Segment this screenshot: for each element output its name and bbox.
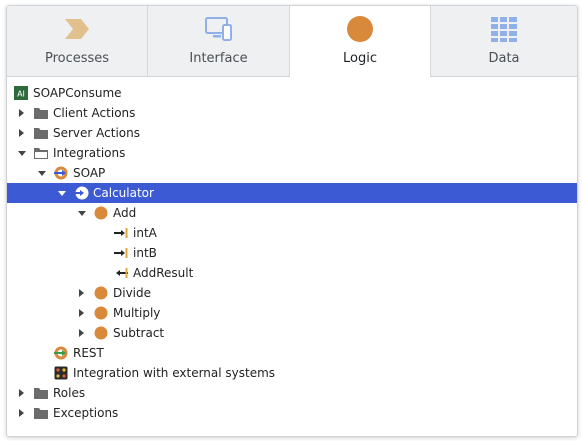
- chevron-right-icon[interactable]: [16, 383, 28, 403]
- interface-devices-icon: [204, 17, 232, 41]
- chevron-down-icon[interactable]: [36, 163, 48, 183]
- app-icon: AI: [14, 86, 28, 100]
- tree-item-add[interactable]: Add: [7, 203, 577, 223]
- tree-label: Add: [113, 206, 137, 220]
- tree-label: Exceptions: [53, 406, 119, 420]
- input-parameter-icon: [114, 248, 128, 258]
- tree-label: intB: [133, 246, 157, 260]
- tree-label: Server Actions: [53, 126, 140, 140]
- folder-icon: [34, 408, 48, 419]
- tree-item-divide[interactable]: Divide: [7, 283, 577, 303]
- tree-item-exceptions[interactable]: Exceptions: [7, 403, 577, 423]
- folder-open-icon: [34, 148, 48, 159]
- tab-label: Processes: [44, 51, 110, 66]
- tree-item-soap[interactable]: SOAP: [7, 163, 577, 183]
- tab-bar: Processes Interface Logic Data: [7, 6, 577, 77]
- folder-icon: [34, 388, 48, 399]
- chevron-down-icon[interactable]: [76, 203, 88, 223]
- tree-item-multiply[interactable]: Multiply: [7, 303, 577, 323]
- tree-label: Integrations: [53, 146, 126, 160]
- tree-item-calculator[interactable]: Calculator: [7, 183, 577, 203]
- chevron-down-icon[interactable]: [56, 183, 68, 203]
- logic-panel: Processes Interface Logic Data AI SOAPCo…: [6, 5, 578, 437]
- soap-icon: [54, 166, 68, 180]
- tree-item-soapconsume[interactable]: AI SOAPConsume: [7, 83, 577, 103]
- tree-label: Subtract: [113, 326, 165, 340]
- svg-text:AI: AI: [17, 90, 25, 99]
- chevron-right-icon[interactable]: [16, 123, 28, 143]
- method-icon: [94, 206, 108, 220]
- output-parameter-icon: [116, 268, 128, 278]
- tree-label: Divide: [113, 286, 152, 300]
- chevron-down-icon[interactable]: [16, 143, 28, 163]
- tab-label: Data: [488, 51, 520, 66]
- method-icon: [94, 286, 108, 300]
- tree-item-integration-external[interactable]: Integration with external systems: [7, 363, 577, 383]
- chevron-right-icon[interactable]: [76, 283, 88, 303]
- tree-item-server-actions[interactable]: Server Actions: [7, 123, 577, 143]
- tree-label: SOAPConsume: [33, 86, 122, 100]
- tree-label: SOAP: [73, 166, 106, 180]
- soap-service-icon: [74, 186, 89, 200]
- input-parameter-icon: [114, 228, 128, 238]
- tab-label: Interface: [189, 51, 248, 66]
- tree-item-subtract[interactable]: Subtract: [7, 323, 577, 343]
- chevron-right-icon[interactable]: [16, 403, 28, 423]
- chevron-right-icon[interactable]: [76, 323, 88, 343]
- tree-item-rest[interactable]: REST: [7, 343, 577, 363]
- tree-label: REST: [73, 346, 104, 360]
- tab-logic[interactable]: Logic: [289, 6, 431, 77]
- logic-circle-icon: [347, 16, 373, 42]
- chevron-right-icon[interactable]: [16, 103, 28, 123]
- tree-label: Integration with external systems: [73, 366, 276, 380]
- method-icon: [94, 326, 108, 340]
- tree-label: Roles: [53, 386, 86, 400]
- processes-chevron-icon: [65, 19, 89, 39]
- tree-item-addresult[interactable]: AddResult: [7, 263, 577, 283]
- tree-label: AddResult: [133, 266, 194, 280]
- tab-data[interactable]: Data: [431, 6, 577, 76]
- tree-item-integrations[interactable]: Integrations: [7, 143, 577, 163]
- tree-label: Calculator: [93, 186, 154, 200]
- tree-item-roles[interactable]: Roles: [7, 383, 577, 403]
- chevron-right-icon[interactable]: [76, 303, 88, 323]
- tab-processes[interactable]: Processes: [7, 6, 148, 76]
- tab-interface[interactable]: Interface: [148, 6, 289, 76]
- tree-label: intA: [133, 226, 157, 240]
- rest-icon: [54, 346, 68, 360]
- tree-label: Multiply: [113, 306, 161, 320]
- tree-item-intb[interactable]: intB: [7, 243, 577, 263]
- tree-item-inta[interactable]: intA: [7, 223, 577, 243]
- tree-label: Client Actions: [53, 106, 136, 120]
- tab-label: Logic: [343, 51, 377, 66]
- folder-icon: [34, 108, 48, 119]
- method-icon: [94, 306, 108, 320]
- tree-item-client-actions[interactable]: Client Actions: [7, 103, 577, 123]
- data-grid-icon: [491, 17, 517, 42]
- folder-icon: [34, 128, 48, 139]
- integration-icon: [54, 366, 68, 380]
